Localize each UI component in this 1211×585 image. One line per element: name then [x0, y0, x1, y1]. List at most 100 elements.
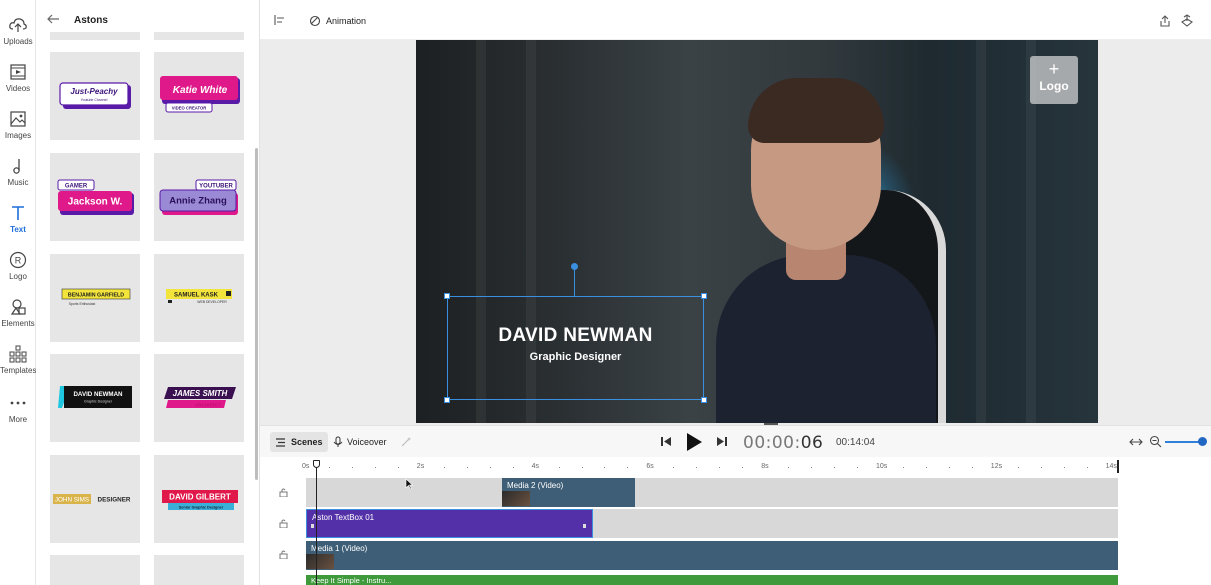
- aston-template-tile[interactable]: GAMER Jackson W.: [50, 153, 140, 241]
- ruler-tick-dot: [604, 467, 606, 468]
- clip-title: Keep It Simple - Instru...: [311, 576, 392, 585]
- video-editor-app: Uploads Videos Images Music Text R Logo …: [0, 0, 1211, 585]
- animation-icon: [309, 15, 321, 27]
- rail-item-more[interactable]: More: [0, 393, 36, 424]
- aston-template-tile[interactable]: DAVID NEWMAN Graphic Designer: [50, 354, 140, 442]
- aston-template-tile[interactable]: DAVID GILBERT Senior Graphic Designer: [154, 455, 244, 543]
- ruler-tick-dot: [788, 467, 790, 468]
- aston-preview-david-newman: DAVID NEWMAN Graphic Designer: [58, 386, 132, 408]
- rail-item-logo[interactable]: R Logo: [0, 250, 36, 281]
- aston-preview-john-sims: JOHN SIMS DESIGNER: [53, 494, 131, 504]
- logo-placeholder[interactable]: + Logo: [1030, 56, 1078, 104]
- resize-handle-tl[interactable]: [444, 293, 450, 299]
- lock-icon[interactable]: [279, 550, 288, 559]
- rail-label: Videos: [5, 84, 31, 93]
- aston-role-text[interactable]: Graphic Designer: [447, 351, 704, 363]
- aston-preview-youtuber: YOUTUBER Annie Zhang: [159, 179, 238, 215]
- clip-media-2[interactable]: Media 2 (Video): [502, 478, 635, 507]
- aston-preview-just-peachy: Just-Peachy Youtube Channel: [59, 82, 131, 109]
- resize-handle-bl[interactable]: [444, 397, 450, 403]
- rail-label: Uploads: [3, 37, 33, 46]
- aston-template-tile[interactable]: JOHN SIMS DESIGNER: [50, 455, 140, 543]
- panel-scrollbar[interactable]: [255, 148, 258, 480]
- aston-template-tile[interactable]: BENJAMIN GARFIELD Sports Enthusiast: [50, 254, 140, 342]
- rail-item-templates[interactable]: Templates: [0, 344, 36, 375]
- clip-aston-textbox[interactable]: Aston TextBox 01: [306, 509, 593, 538]
- clip-media-1[interactable]: Media 1 (Video): [306, 541, 1118, 570]
- ruler-tick-label: 14s: [1105, 463, 1117, 470]
- ruler-tick-dot: [397, 467, 399, 468]
- track-lane-media2[interactable]: [306, 478, 1118, 507]
- current-time-seconds: 06: [800, 433, 824, 453]
- zoom-slider-knob[interactable]: [1198, 437, 1207, 446]
- tile-line2: Senior Graphic Designer: [179, 505, 224, 509]
- presenter-shirt: [716, 255, 936, 423]
- ruler-tick-dot: [673, 467, 675, 468]
- magic-wand-icon[interactable]: [400, 436, 412, 448]
- back-arrow-icon[interactable]: [46, 13, 60, 25]
- templates-grid-icon: [9, 345, 27, 363]
- rail-item-images[interactable]: Images: [0, 109, 36, 140]
- rail-label: Text: [10, 225, 26, 234]
- skip-forward-icon[interactable]: [716, 436, 728, 447]
- tile-line1: YOUTUBER: [199, 184, 233, 190]
- aston-selection-box[interactable]: [447, 296, 704, 400]
- video-preview[interactable]: + Logo DAVID NEWMAN Graphic Designer: [416, 40, 1098, 423]
- play-icon[interactable]: [685, 432, 703, 452]
- aston-template-tile[interactable]: [50, 555, 140, 585]
- rail-item-uploads[interactable]: Uploads: [0, 15, 36, 46]
- zoom-out-icon[interactable]: [1149, 435, 1162, 448]
- microphone-icon: [333, 436, 343, 447]
- resize-handle-tr[interactable]: [701, 293, 707, 299]
- voiceover-button[interactable]: Voiceover: [333, 432, 387, 452]
- tile-line1: DAVID GILBERT: [169, 493, 231, 502]
- rail-item-videos[interactable]: Videos: [0, 62, 36, 93]
- lock-icon[interactable]: [279, 488, 288, 497]
- align-left-icon[interactable]: [273, 14, 285, 26]
- playhead-line[interactable]: [316, 463, 317, 585]
- ruler-tick-dot: [374, 467, 376, 468]
- aston-name-text[interactable]: DAVID NEWMAN: [447, 325, 704, 347]
- ruler-tick-dot: [1063, 467, 1065, 468]
- aston-template-tile[interactable]: JAMES SMITH ARCHITECT: [154, 354, 244, 442]
- ruler-tick-dot: [811, 467, 813, 468]
- tile-line2: DESIGNER: [98, 497, 131, 504]
- rail-item-music[interactable]: Music: [0, 156, 36, 187]
- lock-icon[interactable]: [279, 519, 288, 528]
- more-dots-icon: [10, 401, 26, 405]
- tile-partial[interactable]: [50, 32, 140, 40]
- share-upload-icon[interactable]: [1158, 14, 1172, 28]
- panel-title: Astons: [74, 15, 108, 26]
- clip-title: Aston TextBox 01: [312, 513, 375, 522]
- rail-label: Music: [7, 178, 29, 187]
- ruler-tick-dot: [925, 467, 927, 468]
- resize-handle-br[interactable]: [701, 397, 707, 403]
- scenes-button[interactable]: Scenes: [270, 432, 328, 452]
- tile-partial[interactable]: [154, 32, 244, 40]
- download-export-icon[interactable]: [1180, 14, 1194, 28]
- ruler-tick-dot: [902, 467, 904, 468]
- clip-audio-music[interactable]: Keep It Simple - Instru...: [306, 575, 1118, 585]
- aston-template-tile[interactable]: SAMUEL KASK WEB DEVELOPER: [154, 254, 244, 342]
- clip-trim-handle-left[interactable]: [311, 524, 314, 528]
- skip-back-icon[interactable]: [660, 436, 672, 447]
- aston-template-tile[interactable]: Just-Peachy Youtube Channel: [50, 52, 140, 140]
- playhead-handle[interactable]: [313, 460, 320, 468]
- ruler-tick-label: 6s: [646, 463, 654, 470]
- background-curtain: [976, 40, 986, 423]
- fit-width-icon[interactable]: [1129, 436, 1143, 448]
- music-note-icon: [13, 159, 20, 174]
- aston-template-tile[interactable]: YOUTUBER Annie Zhang: [154, 153, 244, 241]
- clip-title: Media 1 (Video): [311, 544, 368, 553]
- animation-button[interactable]: Animation: [309, 13, 366, 29]
- rail-item-elements[interactable]: Elements: [0, 297, 36, 328]
- ruler-tick-dot: [581, 467, 583, 468]
- aston-template-tile[interactable]: [154, 555, 244, 585]
- mouse-cursor-icon: [405, 478, 413, 490]
- aston-template-tile[interactable]: Katie White VIDEO CREATOR: [154, 52, 244, 140]
- ruler-tick-label: 2s: [416, 463, 425, 470]
- rotate-handle[interactable]: [571, 263, 578, 270]
- clip-trim-handle-right[interactable]: [583, 524, 586, 528]
- shapes-icon: [10, 299, 26, 315]
- rail-item-text[interactable]: Text: [0, 203, 36, 234]
